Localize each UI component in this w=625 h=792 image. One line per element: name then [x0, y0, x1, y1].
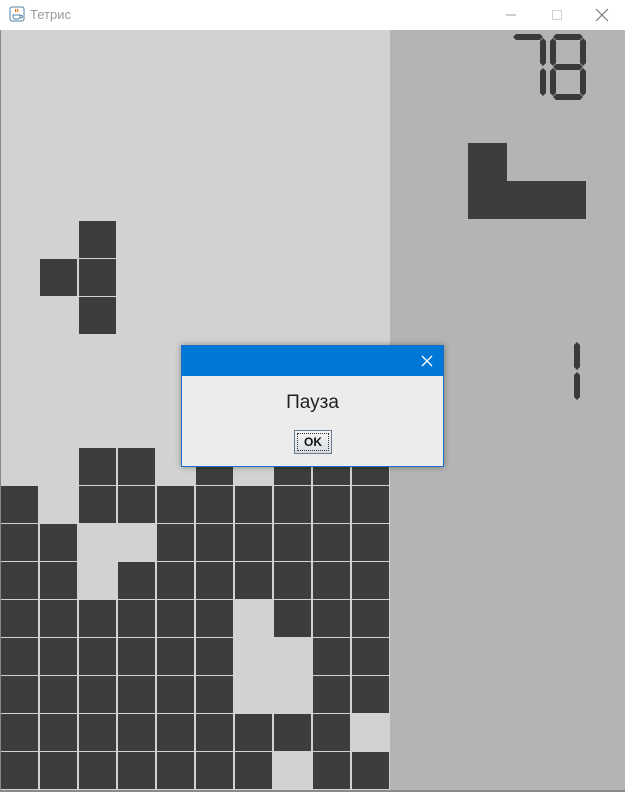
board-block — [352, 600, 389, 637]
minimize-icon — [506, 14, 516, 16]
minimize-button[interactable] — [488, 0, 534, 30]
board-block — [1, 714, 38, 751]
window-title: Тетрис — [30, 7, 71, 22]
pause-dialog[interactable]: Пауза OK — [181, 345, 444, 467]
board-block — [118, 448, 155, 485]
board-block — [118, 562, 155, 599]
board-block — [196, 714, 233, 751]
board-block — [118, 486, 155, 523]
board-block — [157, 714, 194, 751]
close-icon — [421, 355, 433, 367]
board-block — [274, 562, 311, 599]
ok-button[interactable]: OK — [294, 430, 332, 454]
board-block — [313, 714, 350, 751]
board-block — [157, 752, 194, 789]
board-block — [1, 676, 38, 713]
board-block — [274, 524, 311, 561]
board-block — [157, 486, 194, 523]
board-block — [40, 638, 77, 675]
board-block — [79, 221, 116, 258]
java-cup-icon — [9, 6, 25, 22]
board-block — [196, 562, 233, 599]
board-block — [235, 562, 272, 599]
board-block — [157, 524, 194, 561]
board-block — [157, 562, 194, 599]
board-block — [313, 638, 350, 675]
board-block — [40, 524, 77, 561]
board-block — [313, 676, 350, 713]
next-piece-block — [468, 143, 507, 181]
board-block — [40, 259, 77, 296]
board-block — [352, 486, 389, 523]
maximize-button[interactable] — [534, 0, 580, 30]
board-block — [79, 638, 116, 675]
board-block — [1, 486, 38, 523]
board-block — [313, 524, 350, 561]
board-block — [235, 714, 272, 751]
board-block — [118, 752, 155, 789]
board-block — [196, 600, 233, 637]
dialog-close-button[interactable] — [411, 346, 443, 376]
score-display: 78 — [513, 34, 586, 100]
next-piece-block — [468, 181, 507, 219]
score-digit-8 — [550, 34, 586, 100]
board-block — [1, 562, 38, 599]
next-piece-block — [547, 181, 586, 219]
board-block — [79, 259, 116, 296]
board-block — [40, 676, 77, 713]
board-block — [157, 676, 194, 713]
board-block — [313, 562, 350, 599]
board-block — [79, 297, 116, 334]
board-block — [118, 714, 155, 751]
board-block — [352, 676, 389, 713]
board-block — [313, 600, 350, 637]
board-block — [196, 676, 233, 713]
board-block — [196, 638, 233, 675]
board-block — [1, 752, 38, 789]
next-piece-preview — [468, 143, 586, 219]
board-block — [352, 524, 389, 561]
board-block — [196, 752, 233, 789]
board-block — [118, 600, 155, 637]
board-block — [40, 600, 77, 637]
board-block — [79, 752, 116, 789]
board-block — [79, 600, 116, 637]
dialog-titlebar[interactable] — [182, 346, 443, 376]
window-close-button[interactable] — [579, 0, 625, 30]
board-block — [196, 524, 233, 561]
board-block — [1, 600, 38, 637]
next-piece-block — [507, 181, 547, 219]
board-block — [352, 752, 389, 789]
close-icon — [595, 8, 609, 22]
board-block — [313, 486, 350, 523]
board-block — [157, 638, 194, 675]
board-block — [274, 714, 311, 751]
board-block — [40, 714, 77, 751]
window-titlebar[interactable]: Тетрис — [0, 0, 625, 30]
board-block — [235, 524, 272, 561]
board-block — [79, 486, 116, 523]
board-block — [352, 562, 389, 599]
board-block — [118, 676, 155, 713]
score-digit-7 — [513, 34, 546, 96]
board-block — [157, 600, 194, 637]
board-block — [274, 486, 311, 523]
pause-message: Пауза — [286, 392, 339, 413]
board-block — [274, 600, 311, 637]
board-block — [1, 638, 38, 675]
board-block — [118, 638, 155, 675]
board-block — [40, 752, 77, 789]
board-block — [196, 486, 233, 523]
board-block — [235, 752, 272, 789]
maximize-icon — [552, 10, 562, 20]
board-block — [313, 752, 350, 789]
board-block — [79, 448, 116, 485]
board-block — [79, 676, 116, 713]
board-block — [352, 638, 389, 675]
level-digit-1 — [574, 342, 580, 400]
board-block — [235, 486, 272, 523]
board-block — [79, 714, 116, 751]
board-block — [1, 524, 38, 561]
board-block — [40, 562, 77, 599]
